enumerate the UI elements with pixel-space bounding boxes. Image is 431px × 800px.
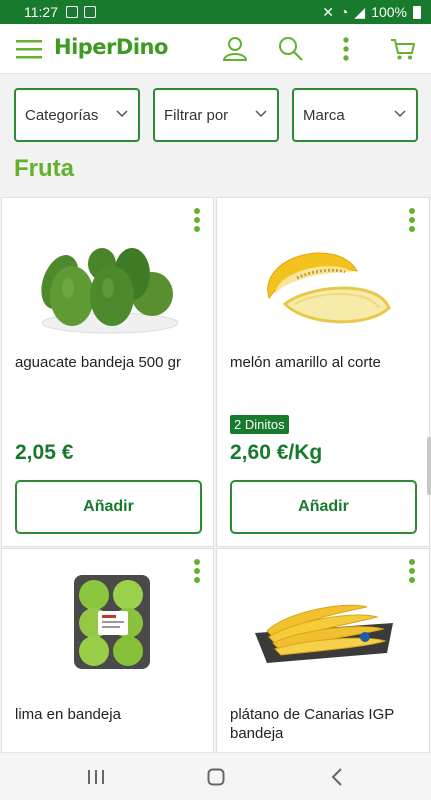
product-card[interactable]: lima en bandeja [1, 548, 214, 758]
product-price: 2,05 € [15, 441, 74, 464]
product-name[interactable]: melón amarillo al corte [230, 353, 420, 372]
mute-icon: ✕ [322, 3, 334, 20]
notification-icon [66, 6, 78, 18]
battery-level: 100% [371, 4, 407, 20]
chevron-down-icon [394, 110, 406, 118]
filter-categorias[interactable]: Categorías [14, 88, 140, 142]
dinitos-badge: 2 Dinitos [230, 415, 289, 434]
battery-icon [413, 5, 421, 19]
add-to-cart-button[interactable]: Añadir [15, 480, 202, 534]
notification-icon [84, 6, 96, 18]
system-nav-bar [0, 752, 431, 800]
filter-bar: Categorías Filtrar por Marca [14, 88, 418, 142]
product-name[interactable]: aguacate bandeja 500 gr [15, 353, 205, 372]
status-bar: 11:27 ✕ ◔ ◢ 100% [0, 0, 431, 24]
chevron-down-icon [116, 110, 128, 118]
signal-icon: ◢ [354, 3, 366, 20]
hiperdino-logo[interactable]: HiperDino [54, 35, 168, 59]
chevron-down-icon [255, 110, 267, 118]
wifi-icon: ◔ [339, 4, 349, 20]
product-card[interactable]: plátano de Canarias IGP bandeja [216, 548, 430, 758]
filter-label: Categorías [25, 106, 99, 124]
app-header: HiperDino [0, 24, 431, 74]
hamburger-menu-icon[interactable] [16, 39, 42, 59]
more-vertical-icon[interactable] [342, 37, 350, 61]
product-image-avocado[interactable] [2, 216, 215, 341]
search-icon[interactable] [278, 36, 304, 62]
product-image-lime[interactable] [2, 571, 215, 681]
filter-filtrar-por[interactable]: Filtrar por [153, 88, 279, 142]
product-name[interactable]: lima en bandeja [15, 705, 205, 724]
product-name[interactable]: plátano de Canarias IGP bandeja [230, 705, 425, 743]
edge-panel-handle[interactable] [427, 437, 431, 495]
cart-icon[interactable] [390, 37, 416, 61]
filter-label: Filtrar por [164, 106, 229, 124]
section-title: Fruta [14, 155, 74, 182]
product-price: 2,60 €/Kg [230, 441, 323, 464]
filter-marca[interactable]: Marca [292, 88, 418, 142]
user-icon[interactable] [222, 36, 248, 62]
home-icon[interactable] [207, 768, 225, 786]
product-image-melon[interactable] [217, 216, 431, 341]
product-card[interactable]: melón amarillo al corte 2 Dinitos 2,60 €… [216, 197, 430, 547]
add-to-cart-button[interactable]: Añadir [230, 480, 417, 534]
filter-label: Marca [303, 106, 345, 124]
status-time: 11:27 [24, 4, 58, 20]
product-image-banana[interactable] [217, 571, 431, 681]
recent-apps-icon[interactable] [87, 769, 105, 785]
back-icon[interactable] [331, 768, 343, 786]
product-card[interactable]: aguacate bandeja 500 gr 2,05 € Añadir [1, 197, 214, 547]
